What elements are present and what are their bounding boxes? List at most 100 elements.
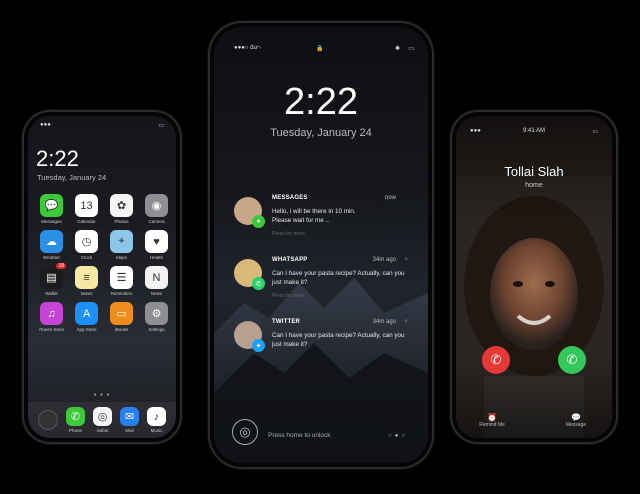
remind-me-label: Remind Me (479, 422, 505, 428)
app-phone[interactable]: ✆ Phone (66, 407, 85, 433)
notification-time: 34m ago (372, 319, 396, 325)
wifi-icon: ◠ (256, 46, 262, 52)
app-app-store[interactable]: A App Store (69, 302, 104, 332)
app-label: Reminders (110, 291, 133, 296)
message-icon: 💬 (571, 413, 581, 422)
app-safari[interactable]: ◎ Safari (93, 407, 112, 433)
app-label: App Store (76, 327, 97, 332)
lock-date: Tuesday, January 24 (270, 127, 372, 139)
close-icon[interactable]: × (404, 257, 408, 263)
home-button-icon[interactable] (38, 410, 58, 430)
app-messages[interactable]: 💬 Messages (34, 194, 69, 224)
app-clock[interactable]: ◷ Clock (69, 230, 104, 260)
status-time: 9:41 AM (522, 128, 545, 134)
app-label: Safari (96, 428, 109, 433)
app-reminders[interactable]: ☰ Reminders (104, 266, 139, 296)
press-for-more[interactable]: Press for more (272, 231, 305, 237)
call-screen: ●●● 9:41 AM ▭ Tollai Slah home ✆ ✆ ⏰ Rem… (456, 116, 612, 438)
notification-title: WHATSAPP (272, 257, 308, 263)
clock-icon: ◷ (75, 230, 98, 253)
app-music[interactable]: ♪ Music (147, 407, 166, 433)
news-icon: N (145, 266, 168, 289)
press-for-more[interactable]: Press for more (272, 293, 305, 299)
app-label: iTunes Store (38, 327, 65, 332)
notification-body: Hello, i will be there in 10 min. Please… (272, 208, 356, 224)
app-label: Health (149, 255, 163, 260)
phone-icon: ✆ (66, 407, 85, 426)
app-label: Mail (125, 428, 134, 433)
app-label: Maps (115, 255, 127, 260)
app-label: Notes (80, 291, 93, 296)
decline-button[interactable]: ✆ (482, 346, 510, 374)
safari-icon: ◎ (93, 407, 112, 426)
page-indicator: ○●○ (388, 433, 408, 439)
notification-twitter[interactable]: ✦ TWITTER 34m ago × Can I have your past… (234, 319, 412, 379)
app-itunes-store[interactable]: ♫ iTunes Store (34, 302, 69, 332)
app-label: Phone (68, 428, 82, 433)
remind-me-button[interactable]: ⏰ Remind Me (472, 413, 512, 428)
phone-incoming-call: ●●● 9:41 AM ▭ Tollai Slah home ✆ ✆ ⏰ Rem… (452, 112, 616, 442)
photos-icon: ✿ (110, 194, 133, 217)
battery-icon: ▭ (408, 46, 414, 52)
weather-icon: ☁ (40, 230, 63, 253)
notification-body: Can I have your pasta recipe? Actually, … (272, 270, 405, 286)
twitter-icon: ✦ (252, 339, 265, 352)
appstore-icon: A (75, 302, 98, 325)
app-ibooks[interactable]: ▭ iBooks (104, 302, 139, 332)
app-calendar[interactable]: 13 Calendar (69, 194, 104, 224)
app-photos[interactable]: ✿ Photos (104, 194, 139, 224)
close-icon[interactable]: × (404, 319, 408, 325)
music-icon: ♪ (147, 407, 166, 426)
accept-icon: ✆ (566, 352, 578, 367)
mail-icon: ✉ (120, 407, 139, 426)
app-notes[interactable]: ≡ Notes (69, 266, 104, 296)
lock-icon: 🔒 (316, 46, 324, 52)
app-label: Clock (80, 255, 93, 260)
app-label: iBooks (114, 327, 129, 332)
app-label: Weather (43, 255, 60, 260)
maps-icon: ⌖ (110, 230, 133, 253)
app-wallet[interactable]: ▤ 18 Wallet (34, 263, 69, 296)
dock: ✆ Phone ◎ Safari ✉ Mail ♪ Music (28, 402, 176, 438)
phone-lock-screen: ●●●○ du ◠ 🔒 ✱ ▭ 2:22 Tuesday, January 24… (210, 23, 432, 467)
camera-icon: ◉ (145, 194, 168, 217)
notification-messages[interactable]: ● MESSAGES now Hello, i will be there in… (234, 195, 412, 255)
app-camera[interactable]: ◉ Camera (139, 194, 174, 224)
fingerprint-icon[interactable]: ◎ (232, 419, 258, 445)
app-label: Calendar (77, 219, 96, 224)
message-label: Message (565, 422, 587, 428)
battery-icon: ▭ (158, 123, 164, 129)
notes-icon: ≡ (75, 266, 98, 289)
health-icon: ♥ (145, 230, 168, 253)
app-grid: 💬 Messages 13 Calendar ✿ Photos ◉ Camera ☁ Weathe… (34, 194, 174, 332)
status-bar: ●●● 9:41 AM ▭ (456, 128, 612, 138)
status-bar: ●●● ▭ (28, 122, 176, 132)
app-mail[interactable]: ✉ Mail (120, 407, 139, 433)
app-news[interactable]: N News (139, 266, 174, 296)
app-label: Music (150, 428, 163, 433)
app-health[interactable]: ♥ Health (139, 230, 174, 260)
message-button[interactable]: 💬 Message (556, 413, 596, 428)
home-time: 2:22 (36, 146, 79, 171)
whatsapp-icon: ✆ (252, 277, 265, 290)
app-weather[interactable]: ☁ Weather (34, 230, 69, 260)
decline-icon: ✆ (490, 352, 502, 367)
app-label: News (150, 291, 163, 296)
accept-button[interactable]: ✆ (558, 346, 586, 374)
bluetooth-icon: ✱ (394, 46, 400, 52)
lock-time: 2:22 (284, 81, 358, 123)
app-label: Settings (148, 327, 165, 332)
messages-icon: ● (252, 215, 265, 228)
notification-title: TWITTER (272, 319, 301, 325)
app-maps[interactable]: ⌖ Maps (104, 230, 139, 260)
status-bar: ●●●○ du ◠ 🔒 ✱ ▭ (214, 45, 428, 55)
signal-icon: ●●● (40, 122, 51, 128)
home-screen: ●●● ▭ 2:22 Tuesday, January 24 💬 Messages… (28, 116, 176, 438)
reminders-icon: ☰ (110, 266, 133, 289)
alarm-icon: ⏰ (487, 413, 497, 422)
app-settings[interactable]: ⚙ Settings (139, 302, 174, 332)
notification-whatsapp[interactable]: ✆ WHATSAPP 34m ago × Can I have your pas… (234, 257, 412, 317)
ibooks-icon: ▭ (110, 302, 133, 325)
page-indicator: ● ● ● (93, 392, 111, 398)
app-label: Photos (114, 219, 129, 224)
